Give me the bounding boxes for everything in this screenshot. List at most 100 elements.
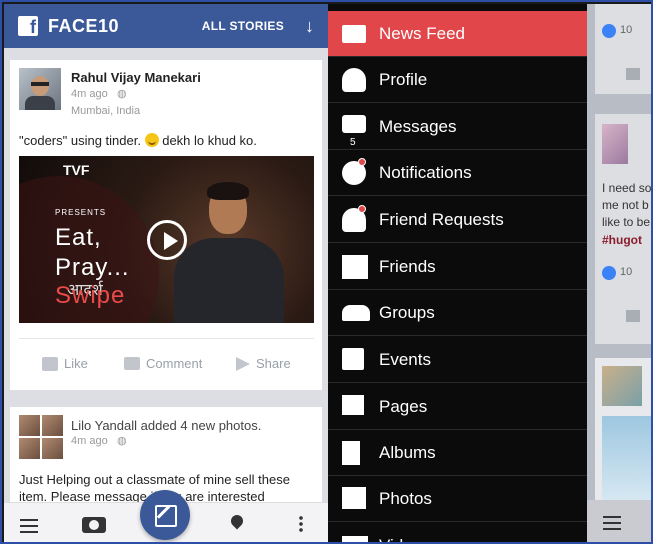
comment-button[interactable]: Comment	[124, 356, 202, 371]
post-text-part: dekh lo khud ko.	[162, 133, 257, 148]
post-card: Rahul Vijay Manekari 4m ago ◍ Mumbai, In…	[10, 60, 322, 390]
like-label: Like	[64, 356, 88, 371]
post-time: 4m ago	[71, 88, 108, 100]
post-text-part: "coders" using tinder.	[19, 133, 141, 148]
screenshot-frame: f FACE10 ALL STORIES ↓ Rahul Vijay Manek…	[0, 0, 653, 544]
drawer-item-groups[interactable]: Groups	[328, 290, 587, 336]
navigation-drawer: News Feed Profile 5 Messages Notificatio…	[328, 4, 587, 542]
video-thumbnail[interactable]: आदर्श TVF PRESENTS Eat, Pray... Swipe	[19, 156, 314, 323]
drawer-item-label: News Feed	[379, 23, 465, 43]
facebook-logo-icon: f	[18, 16, 38, 36]
share-label: Share	[256, 356, 291, 371]
drawer-item-label: Pages	[379, 396, 428, 416]
video-presents: PRESENTS	[55, 208, 107, 217]
post-author-name[interactable]: Rahul Vijay Manekari	[71, 70, 201, 85]
more-vertical-icon[interactable]	[299, 515, 303, 533]
drawer-item-label: Notifications	[379, 162, 472, 182]
post-location: Mumbai, India	[71, 105, 141, 117]
drawer-item-label: Groups	[379, 302, 435, 322]
peek-text: me not b	[602, 198, 649, 212]
newspaper-icon	[342, 25, 366, 43]
video-title-line3: Swipe	[55, 282, 126, 309]
groups-icon	[342, 305, 370, 321]
drawer-item-events[interactable]: Events	[328, 337, 587, 383]
drawer-item-albums[interactable]: Albums	[328, 430, 587, 476]
location-pin-icon[interactable]	[228, 512, 246, 530]
album-icon	[342, 441, 360, 465]
drawer-item-friends[interactable]: Friends	[328, 244, 587, 290]
globe-icon: ◍	[117, 88, 127, 100]
drawer-item-profile[interactable]: Profile	[328, 57, 587, 103]
drawer-item-videos[interactable]: Videos	[328, 523, 587, 542]
person-icon	[342, 68, 366, 92]
chat-icon	[342, 115, 366, 133]
flag-icon	[342, 395, 364, 415]
share-icon	[236, 356, 250, 371]
peek-card	[595, 4, 651, 94]
drawer-item-pages[interactable]: Pages	[328, 384, 587, 430]
bottom-toolbar	[587, 500, 651, 542]
peek-text: like to be	[602, 215, 651, 229]
post-text-line: Just Helping out a classmate of mine sel…	[19, 472, 290, 487]
avatar	[602, 124, 628, 164]
peek-text: I need so	[602, 181, 652, 195]
person-image	[174, 182, 284, 323]
comment-icon	[124, 357, 140, 370]
thumbs-up-icon	[42, 356, 58, 371]
arrow-down-icon[interactable]: ↓	[305, 16, 314, 37]
drawer-item-label: Albums	[379, 442, 436, 462]
like-reaction-icon	[602, 266, 616, 280]
thumbs-up-icon	[626, 68, 640, 80]
drawer-item-label: Messages	[379, 116, 457, 136]
calendar-icon	[342, 348, 364, 370]
news-feed-screen: f FACE10 ALL STORIES ↓ Rahul Vijay Manek…	[4, 4, 328, 542]
tvf-logo: TVF	[63, 162, 90, 178]
app-bar: f FACE10 ALL STORIES ↓	[4, 4, 328, 48]
drawer-item-notifications[interactable]: Notifications	[328, 150, 587, 196]
play-icon[interactable]	[147, 220, 187, 260]
drawer-item-friend-requests[interactable]: Friend Requests	[328, 197, 587, 243]
drawer-item-label: Friends	[379, 256, 436, 276]
photo-icon	[342, 487, 366, 509]
post-header: Lilo Yandall added 4 new photos.	[71, 418, 262, 433]
thumbs-up-icon	[626, 310, 640, 322]
post-time: 4m ago	[71, 435, 108, 447]
like-count: 10	[620, 266, 633, 278]
drawer-screen: News Feed Profile 5 Messages Notificatio…	[328, 4, 652, 542]
hamburger-menu-icon[interactable]	[20, 519, 38, 533]
notification-badge	[358, 205, 366, 213]
video-icon	[342, 536, 368, 542]
app-title: FACE10	[48, 15, 120, 36]
post-text: "coders" using tinder. dekh lo khud ko.	[19, 132, 257, 149]
drawer-item-label: Events	[379, 349, 431, 369]
globe-icon: ◍	[117, 435, 127, 447]
share-button[interactable]: Share	[236, 356, 291, 371]
drawer-item-label: Profile	[379, 69, 428, 89]
drawer-item-label: Photos	[379, 488, 432, 508]
photo-collage[interactable]	[19, 415, 63, 459]
avatar	[602, 366, 642, 406]
drawer-item-messages[interactable]: 5 Messages	[328, 104, 587, 150]
drawer-item-photos[interactable]: Photos	[328, 476, 587, 522]
message-count: 5	[350, 137, 356, 148]
hamburger-menu-icon[interactable]	[603, 516, 621, 530]
video-title-line1: Eat,	[55, 224, 102, 251]
smile-emoji-icon	[144, 133, 159, 147]
avatar[interactable]	[19, 68, 61, 110]
drawer-item-news-feed[interactable]: News Feed	[328, 11, 587, 57]
like-count: 10	[620, 24, 633, 36]
notification-badge	[358, 158, 366, 166]
camera-icon[interactable]	[82, 517, 106, 533]
like-button[interactable]: Like	[42, 356, 88, 371]
all-stories-button[interactable]: ALL STORIES	[202, 19, 284, 33]
compose-button[interactable]	[140, 490, 190, 540]
like-reaction-icon	[602, 24, 616, 38]
hashtag-link[interactable]: #hugot	[602, 232, 642, 249]
drawer-item-label: Videos	[379, 536, 431, 542]
divider	[19, 338, 314, 339]
comment-label: Comment	[146, 356, 203, 371]
friends-icon	[342, 255, 368, 279]
drawer-item-label: Friend Requests	[379, 209, 504, 229]
photo-thumbnail	[602, 416, 651, 500]
video-title-line2: Pray...	[55, 254, 130, 281]
